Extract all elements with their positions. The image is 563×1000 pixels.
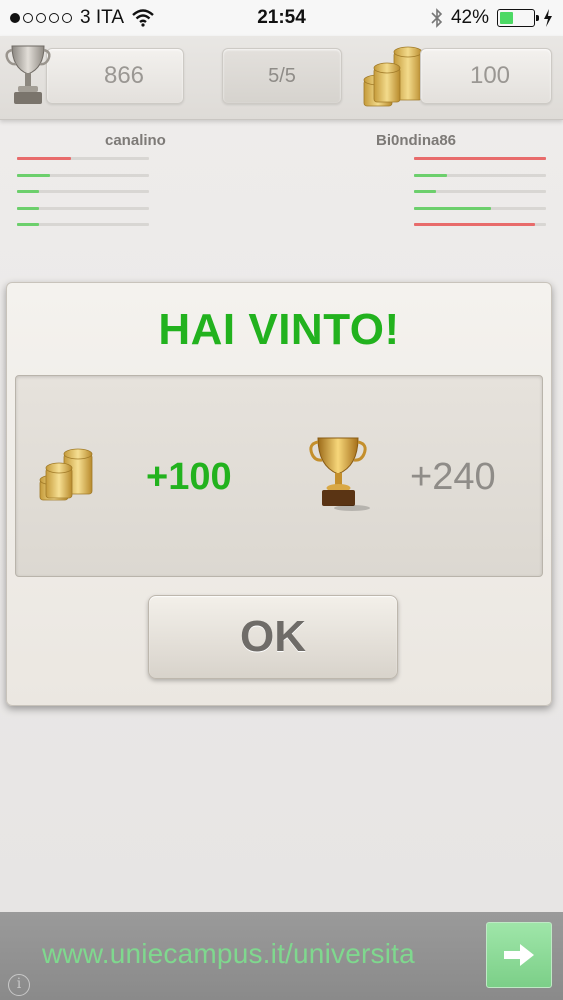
- player-left-name: canalino: [105, 132, 166, 149]
- answer-bar-fill: [414, 173, 447, 177]
- trophy-count: 866: [103, 62, 145, 89]
- answer-bar-fill: [414, 223, 536, 226]
- ad-url-link[interactable]: www.uniecampus.it/universita: [42, 938, 415, 970]
- player-left-answer-bars: [17, 157, 149, 240]
- round-indicator: 5/5: [222, 48, 342, 104]
- answer-bar-fill: [414, 190, 437, 193]
- trophy-count-panel: 866: [46, 48, 184, 104]
- answer-bar-fill: [414, 206, 491, 210]
- ok-button[interactable]: OK: [148, 595, 398, 679]
- answer-bar-fill: [17, 223, 40, 226]
- trophy-icon: [309, 437, 370, 511]
- score-bar: 866 5/5 100: [0, 36, 563, 120]
- coins-reward: +100: [146, 456, 232, 498]
- trophy-icon: [5, 45, 51, 104]
- battery-level: [500, 12, 514, 24]
- arrow-right-icon: [504, 944, 534, 966]
- coins-icon: [39, 448, 93, 501]
- status-right: 42%: [431, 7, 553, 29]
- answer-bar: [17, 173, 149, 177]
- answer-bar: [17, 157, 149, 160]
- ad-banner[interactable]: www.uniecampus.it/universita i: [0, 912, 563, 1000]
- coin-count-panel: 100: [420, 48, 552, 104]
- player-right-name: Bi0ndina86: [376, 132, 457, 149]
- answer-bar: [17, 206, 149, 210]
- answer-bar: [414, 157, 546, 160]
- charging-bolt-icon: [544, 9, 552, 27]
- answer-bar-fill: [17, 157, 72, 160]
- result-title: HAI VINTO!: [158, 305, 400, 354]
- answer-bar-fill: [414, 157, 546, 160]
- info-icon[interactable]: i: [8, 974, 30, 996]
- answer-bar: [414, 190, 546, 193]
- status-bar: 3 ITA 21:54 42%: [0, 0, 563, 36]
- battery-icon: [497, 9, 539, 27]
- answer-bar: [414, 223, 546, 226]
- answer-bar: [17, 223, 149, 226]
- round-label: 5/5: [268, 64, 296, 87]
- trophies-reward: +240: [410, 456, 496, 498]
- reward-box: +100 +240: [15, 375, 543, 577]
- battery-percent: 42%: [450, 7, 489, 28]
- answer-bar: [17, 190, 149, 193]
- answer-bar: [414, 173, 546, 177]
- answer-bar-fill: [17, 190, 40, 193]
- ad-go-button[interactable]: [486, 922, 552, 988]
- coin-count: 100: [469, 62, 511, 89]
- answer-bar: [414, 206, 546, 210]
- result-dialog: HAI VINTO! +100 +240 OK: [6, 282, 552, 706]
- bluetooth-icon: [431, 8, 443, 28]
- answer-bar-fill: [17, 173, 50, 177]
- answer-bar-fill: [17, 206, 40, 210]
- player-right-answer-bars: [414, 157, 546, 240]
- coins-icon: [363, 46, 423, 107]
